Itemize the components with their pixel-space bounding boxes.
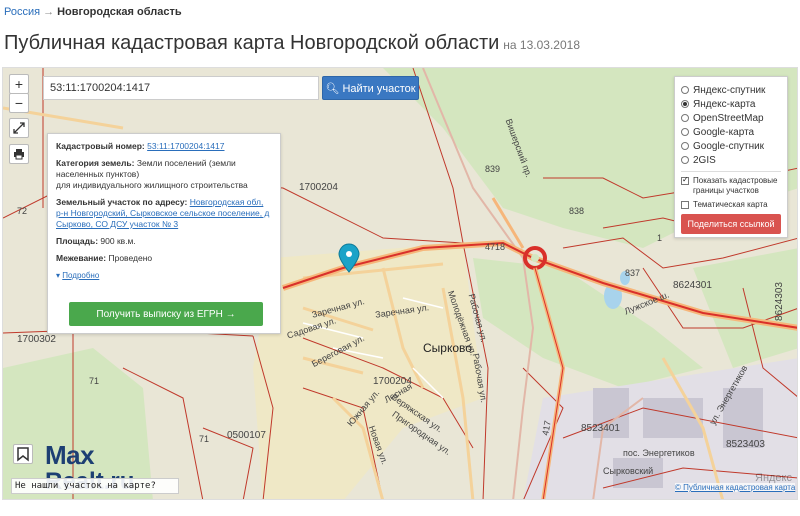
cadastral-map[interactable]: 1700204 1700204 1700302 0500107 8624301 … — [2, 67, 798, 500]
map-label-block: 0500107 — [227, 430, 266, 441]
map-label-block: 1700204 — [299, 182, 338, 193]
radio-icon — [681, 128, 689, 136]
cadastral-number-label: Кадастровый номер: — [56, 141, 145, 151]
layer-option-osm[interactable]: OpenStreetMap — [681, 111, 781, 125]
map-label-road: Сырковский — [603, 466, 654, 476]
area-label: Площадь: — [56, 236, 99, 246]
show-borders-checkbox[interactable]: Показать кадастровые границы участков — [681, 175, 781, 196]
layer-option-google-satellite[interactable]: Google-спутник — [681, 139, 781, 153]
find-parcel-label: Найти участок — [342, 82, 416, 95]
radio-selected-icon — [681, 100, 689, 108]
cadastral-map-copyright-link[interactable]: © Публичная кадастровая карта — [675, 483, 796, 492]
layer-option-label: OpenStreetMap — [693, 112, 764, 124]
layer-option-2gis[interactable]: 2GIS — [681, 153, 781, 167]
map-label-settlement: пос. Энергетиков — [623, 448, 695, 458]
breadcrumb-current: Новгородская область — [57, 6, 182, 18]
cadastral-number-link[interactable]: 53:11:1700204:1417 — [147, 141, 224, 151]
fullscreen-button[interactable] — [9, 118, 29, 138]
radio-icon — [681, 86, 689, 94]
land-purpose-value: для индивидуального жилищного строительс… — [56, 180, 248, 190]
map-label-number: 838 — [569, 206, 585, 216]
radio-icon — [681, 114, 689, 122]
share-link-button[interactable]: Поделиться ссылкой — [681, 214, 781, 234]
map-label-number: 71 — [199, 434, 210, 444]
map-label-number: 4718 — [485, 242, 506, 252]
map-label-block: 8523401 — [581, 423, 620, 434]
layer-option-label: Google-карта — [693, 126, 755, 138]
page-date: на 13.03.2018 — [503, 38, 580, 52]
print-button[interactable] — [9, 144, 29, 164]
search-icon: 🔍︎ — [325, 82, 340, 95]
page-title: Публичная кадастровая карта Новгородской… — [4, 32, 580, 55]
map-layers-panel: Яндекс-спутник Яндекс-карта OpenStreetMa… — [674, 76, 788, 238]
layer-option-yandex-satellite[interactable]: Яндекс-спутник — [681, 83, 781, 97]
chevron-down-icon: ▾ — [56, 271, 61, 280]
address-label: Земельный участок по адресу: — [56, 197, 188, 207]
radio-icon — [681, 156, 689, 164]
find-parcel-button[interactable]: 🔍︎ Найти участок — [322, 76, 419, 100]
map-label-block: 8523403 — [726, 439, 765, 450]
cadastral-number-row: Кадастровый номер: 53:11:1700204:1417 — [56, 141, 272, 152]
thematic-map-label: Тематическая карта — [693, 200, 768, 209]
map-label-number: 839 — [485, 164, 501, 174]
not-found-prompt[interactable]: Не нашли участок на карте? — [11, 478, 179, 494]
get-egrn-extract-button[interactable]: Получить выписку из ЕГРН → — [69, 302, 263, 326]
cadastral-search-input[interactable] — [43, 76, 319, 100]
printer-icon — [14, 149, 24, 160]
details-toggle[interactable]: ▾ Подробно — [56, 270, 272, 281]
zoom-in-button[interactable]: + — [9, 74, 29, 94]
map-label-block: 1700302 — [17, 334, 56, 345]
parcel-info-card: Кадастровый номер: 53:11:1700204:1417 Ка… — [47, 133, 281, 334]
land-category-row: Категория земель: Земли поселений (земли… — [56, 158, 272, 191]
divider — [681, 171, 781, 172]
layer-option-label: 2GIS — [693, 154, 716, 166]
survey-value: Проведено — [108, 253, 153, 263]
map-label-number: 71 — [89, 376, 100, 386]
address-row: Земельный участок по адресу: Новгородска… — [56, 197, 272, 230]
layer-option-yandex-map[interactable]: Яндекс-карта — [681, 97, 781, 111]
layer-option-label: Google-спутник — [693, 140, 765, 152]
map-label-number: 72 — [17, 206, 28, 216]
layer-option-label: Яндекс-карта — [693, 98, 756, 110]
area-row: Площадь: 900 кв.м. — [56, 236, 272, 247]
area-value: 900 кв.м. — [100, 236, 136, 246]
zoom-out-button[interactable]: − — [9, 93, 29, 113]
map-label-number: 1 — [657, 233, 663, 243]
breadcrumb: Россия → Новгородская область — [4, 6, 182, 18]
show-borders-label: Показать кадастровые границы участков — [693, 176, 778, 195]
land-category-label: Категория земель: — [56, 158, 135, 168]
checkbox-icon — [681, 201, 689, 209]
breadcrumb-root-link[interactable]: Россия — [4, 6, 40, 18]
layer-option-label: Яндекс-спутник — [693, 84, 766, 96]
thematic-map-checkbox[interactable]: Тематическая карта — [681, 200, 781, 210]
bookmark-icon[interactable] — [13, 444, 33, 464]
map-label-block: 8624303 — [773, 282, 785, 321]
survey-row: Межевание: Проведено — [56, 253, 272, 264]
fullscreen-icon — [13, 122, 25, 134]
layer-option-google-map[interactable]: Google-карта — [681, 125, 781, 139]
watermark-max: Max — [45, 440, 95, 470]
breadcrumb-separator: → — [43, 6, 55, 18]
radio-icon — [681, 142, 689, 150]
page-title-text: Публичная кадастровая карта Новгородской… — [4, 32, 500, 54]
map-label-block: 8624301 — [673, 280, 712, 291]
survey-label: Межевание: — [56, 253, 107, 263]
map-label-number: 837 — [625, 268, 641, 278]
details-link: Подробно — [62, 271, 100, 280]
checkbox-checked-icon — [681, 175, 689, 185]
